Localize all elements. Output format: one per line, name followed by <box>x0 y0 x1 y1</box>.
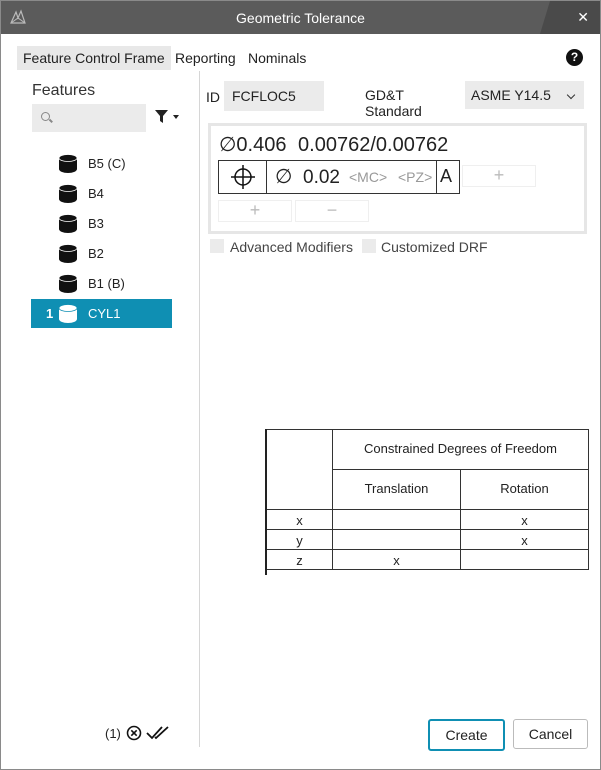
tab-nominals[interactable]: Nominals <box>242 46 312 70</box>
feature-item[interactable]: B1 (B) <box>31 269 172 298</box>
feature-item[interactable]: 1 CYL1 <box>31 299 172 328</box>
tolerance-diameter-symbol: ∅ <box>275 166 293 188</box>
tolerance-range: 0.00762/0.00762 <box>298 134 449 156</box>
chevron-down-icon <box>566 90 576 100</box>
close-icon: ✕ <box>577 9 589 25</box>
filter-icon[interactable] <box>155 110 181 124</box>
feature-item[interactable]: B2 <box>31 239 172 268</box>
dof-table: Constrained Degrees of Freedom Translati… <box>265 429 591 575</box>
create-button[interactable]: Create <box>428 719 505 751</box>
close-button[interactable]: ✕ <box>540 1 600 34</box>
add-row-button[interactable]: + <box>218 200 292 222</box>
diameter-symbol: ∅ <box>219 134 237 156</box>
features-panel: Features B5 (C) B4 B3 B2 B1 (B) 1 CYL1 (1) <box>17 71 200 747</box>
cancel-button[interactable]: Cancel <box>513 719 588 749</box>
dof-title: Constrained Degrees of Freedom <box>364 441 557 456</box>
cylinder-icon <box>59 244 77 263</box>
window-title: Geometric Tolerance <box>236 10 365 26</box>
table-header-bottom <box>267 509 589 510</box>
feature-item[interactable]: B5 (C) <box>31 149 172 178</box>
position-icon <box>231 165 255 189</box>
feature-label: B1 (B) <box>88 276 125 291</box>
advanced-modifiers-checkbox[interactable] <box>210 239 224 253</box>
feature-label: B5 (C) <box>88 156 126 171</box>
projected-zone-placeholder[interactable]: <PZ> <box>398 169 432 185</box>
tolerance-cell[interactable]: ∅ 0.02 <MC> <PZ> <box>266 160 438 194</box>
axis-y: y <box>296 533 303 548</box>
datum-a: A <box>440 166 453 186</box>
axis-z: z <box>296 553 303 568</box>
search-icon <box>41 112 50 121</box>
feature-item[interactable]: B3 <box>31 209 172 238</box>
id-field[interactable]: FCFLOC5 <box>224 81 324 111</box>
feature-item[interactable]: B4 <box>31 179 172 208</box>
feature-label: B3 <box>88 216 104 231</box>
geometric-tolerance-dialog: Geometric Tolerance ✕ Feature Control Fr… <box>0 0 601 770</box>
axis-x: x <box>296 513 303 528</box>
tab-feature-control-frame[interactable]: Feature Control Frame <box>17 46 171 70</box>
table-row-line <box>267 529 589 530</box>
x-rotation: x <box>521 513 528 528</box>
feature-label: CYL1 <box>88 306 121 321</box>
advanced-modifiers-label: Advanced Modifiers <box>230 239 353 255</box>
title-bar: Geometric Tolerance ✕ <box>1 1 600 34</box>
gdt-standard-select[interactable]: ASME Y14.5 <box>465 81 584 109</box>
y-rotation: x <box>521 533 528 548</box>
cylinder-icon <box>59 154 77 173</box>
z-translation: x <box>393 553 400 568</box>
id-label: ID <box>206 89 220 105</box>
feature-search-input[interactable] <box>32 104 146 132</box>
cylinder-icon <box>59 304 77 323</box>
table-row-line <box>267 549 589 550</box>
remove-row-button[interactable]: − <box>295 200 369 222</box>
tolerance-value: 0.02 <box>303 167 340 188</box>
rotation-header: Rotation <box>500 481 549 496</box>
size-value: 0.406 <box>236 134 287 156</box>
customized-drf-checkbox[interactable] <box>362 239 376 253</box>
datum-cell[interactable]: A <box>436 160 460 194</box>
status-area: (1) <box>105 725 169 741</box>
cylinder-icon <box>59 274 77 293</box>
status-count: (1) <box>105 726 121 741</box>
error-circle-icon[interactable] <box>126 725 142 741</box>
translation-header: Translation <box>364 481 429 496</box>
table-right-line <box>588 429 589 569</box>
gdt-standard-label: GD&T Standard <box>365 87 422 119</box>
cylinder-icon <box>59 184 77 203</box>
customized-drf-label: Customized DRF <box>381 239 488 255</box>
table-bottom-line <box>267 569 589 570</box>
size-line[interactable]: ∅0.406 0.00762/0.00762 <box>219 132 448 157</box>
feature-index: 1 <box>46 306 54 321</box>
double-check-icon[interactable] <box>146 725 170 741</box>
id-value: FCFLOC5 <box>232 88 296 104</box>
feature-control-frame: ∅0.406 0.00762/0.00762 ∅ 0.02 <MC> <PZ> <box>208 123 587 234</box>
help-icon[interactable]: ? <box>566 49 583 66</box>
position-symbol-cell[interactable] <box>218 160 268 194</box>
features-heading: Features <box>32 82 96 99</box>
cylinder-icon <box>59 214 77 233</box>
feature-label: B4 <box>88 186 104 201</box>
gdt-standard-value: ASME Y14.5 <box>471 87 551 103</box>
add-datum-button[interactable]: + <box>462 165 536 187</box>
material-condition-placeholder[interactable]: <MC> <box>349 169 387 185</box>
feature-label: B2 <box>88 246 104 261</box>
table-top-line <box>267 429 589 430</box>
tab-reporting[interactable]: Reporting <box>169 46 242 70</box>
